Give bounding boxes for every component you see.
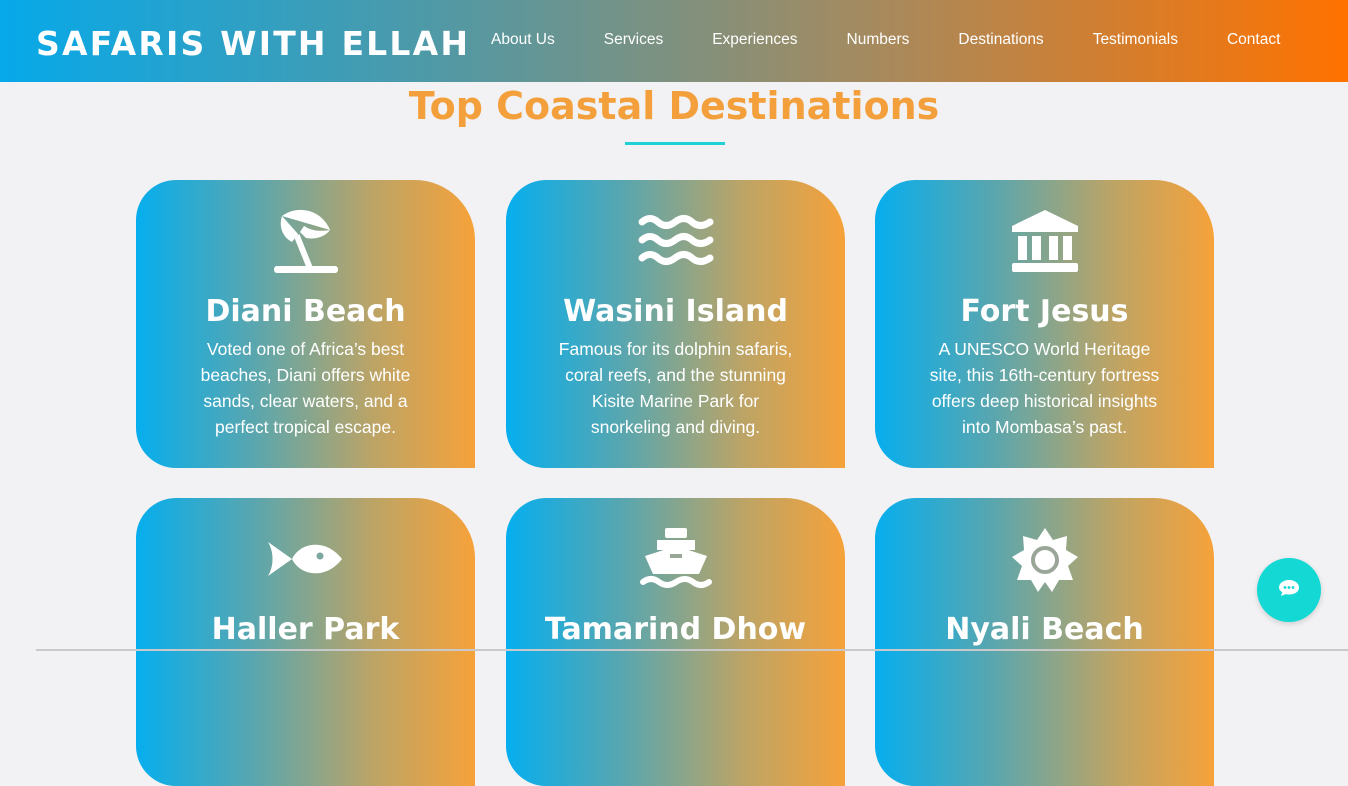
destination-card-fort-jesus[interactable]: Fort Jesus A UNESCO World Heritage site,…: [875, 180, 1214, 468]
card-title: Haller Park: [211, 612, 400, 647]
card-title: Fort Jesus: [960, 294, 1129, 329]
destination-card-wasini-island[interactable]: Wasini Island Famous for its dolphin saf…: [506, 180, 845, 468]
nav-link-about-us[interactable]: About Us: [491, 31, 555, 49]
ship-icon: [506, 526, 845, 596]
card-title: Diani Beach: [205, 294, 406, 329]
sun-icon: [875, 526, 1214, 596]
card-description: A UNESCO World Heritage site, this 16th-…: [929, 339, 1160, 437]
card-title: Tamarind Dhow: [544, 612, 807, 647]
section-title: Top Coastal Destinations: [408, 84, 940, 128]
destination-card-haller-park[interactable]: Haller Park: [136, 498, 475, 786]
landmark-icon: [875, 208, 1214, 278]
title-underline: [625, 142, 725, 145]
nav-link-contact[interactable]: Contact: [1227, 31, 1280, 49]
nav-link-experiences[interactable]: Experiences: [712, 31, 797, 49]
chat-button[interactable]: [1257, 558, 1321, 622]
destination-card-diani-beach[interactable]: Diani Beach Voted one of Africa’s best b…: [136, 180, 475, 468]
nav-link-destinations[interactable]: Destinations: [958, 31, 1043, 49]
card-description: Famous for its dolphin safaris, coral re…: [558, 339, 793, 437]
umbrella-beach-icon: [136, 208, 475, 278]
fish-icon: [136, 526, 475, 596]
water-waves-icon: [506, 208, 845, 278]
nav-link-testimonials[interactable]: Testimonials: [1093, 31, 1178, 49]
comment-dots-icon: [1278, 579, 1300, 602]
nav-link-services[interactable]: Services: [604, 31, 663, 49]
card-description: Voted one of Africa’s best beaches, Dian…: [200, 339, 411, 437]
destination-card-nyali-beach[interactable]: Nyali Beach: [875, 498, 1214, 786]
nav-link-numbers[interactable]: Numbers: [847, 31, 910, 49]
nav-links: About Us Services Experiences Numbers De…: [491, 31, 1280, 49]
card-title: Wasini Island: [563, 294, 788, 329]
top-navbar: SAFARIS WITH ELLAH About Us Services Exp…: [0, 0, 1348, 82]
card-title: Nyali Beach: [945, 612, 1144, 647]
destination-card-tamarind-dhow[interactable]: Tamarind Dhow: [506, 498, 845, 786]
brand-logo[interactable]: SAFARIS WITH ELLAH: [36, 24, 470, 63]
